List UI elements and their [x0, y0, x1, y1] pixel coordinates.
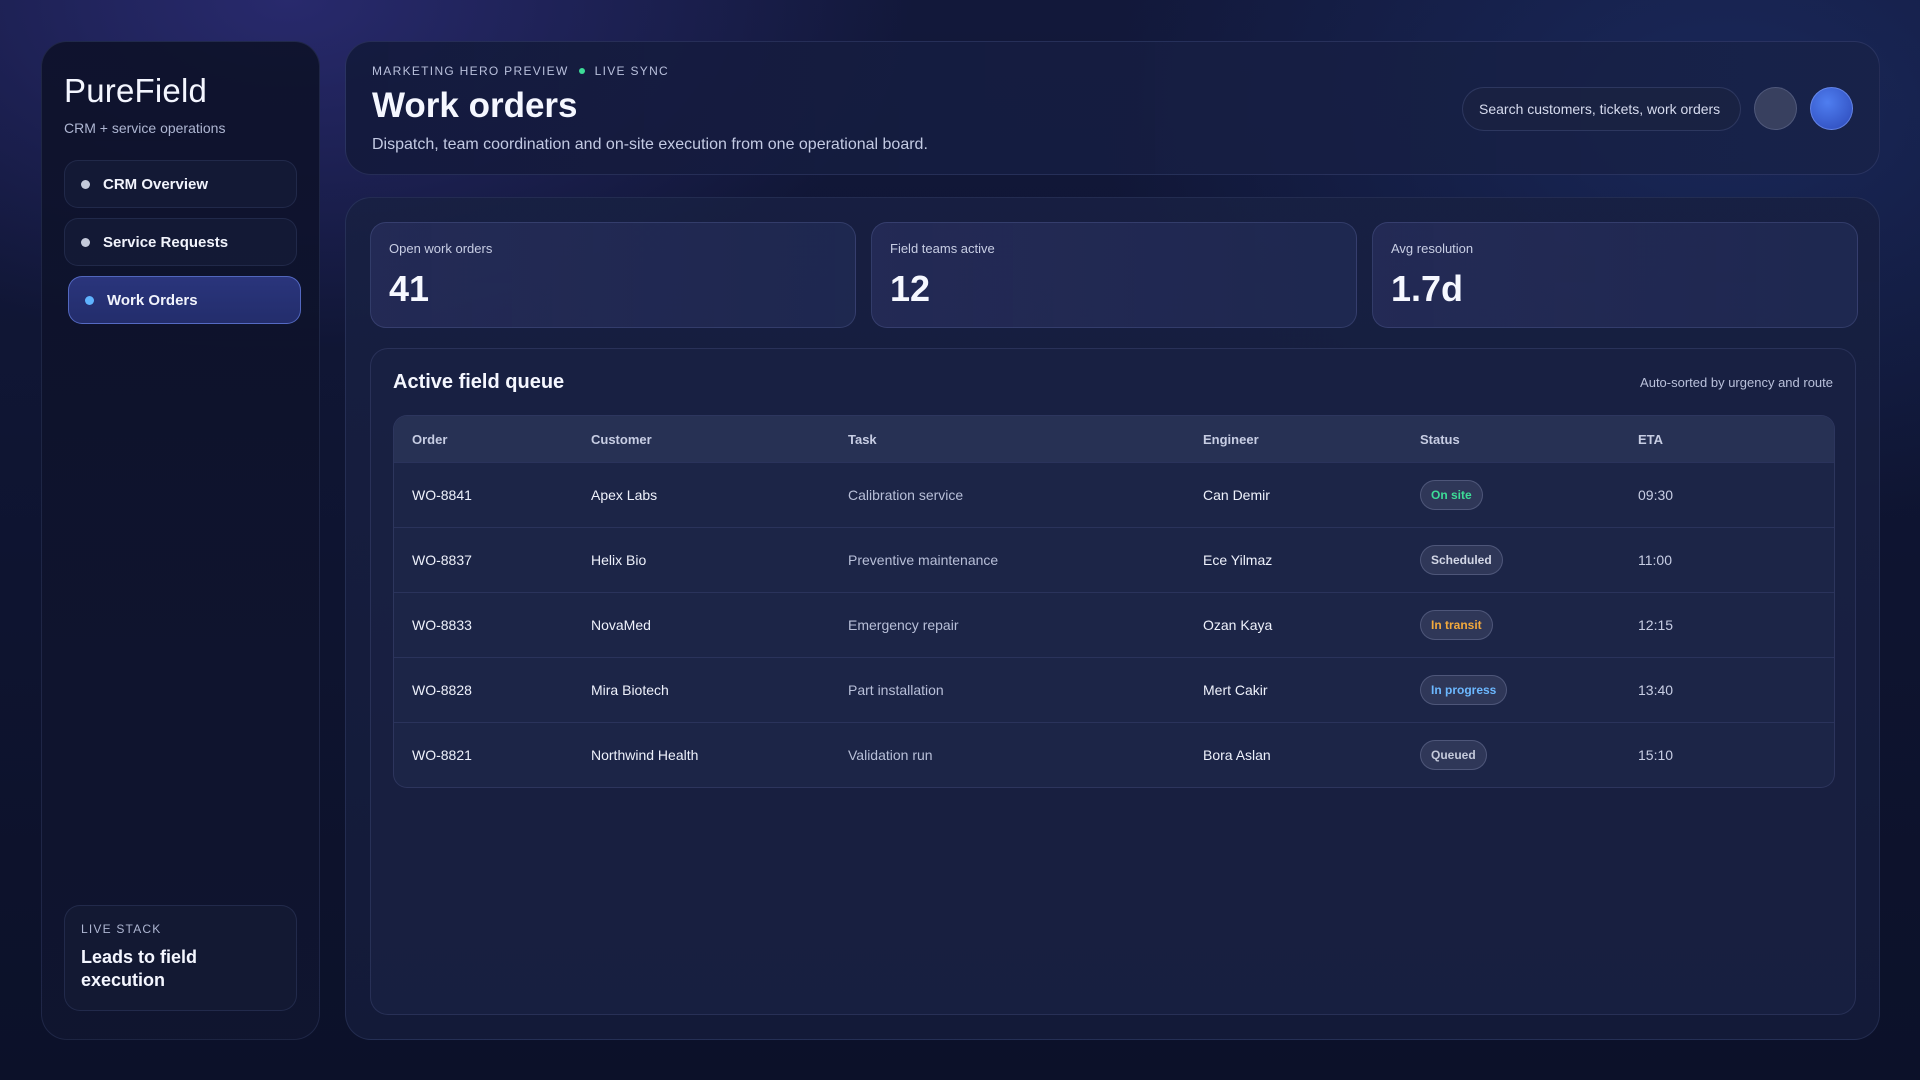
- cell-task: Part installation: [848, 682, 944, 698]
- status-badge: In transit: [1420, 610, 1493, 640]
- cell-customer: Apex Labs: [591, 487, 658, 503]
- main-panel: Open work orders 41 Field teams active 1…: [345, 197, 1880, 1040]
- cell-status: Queued: [1420, 740, 1638, 770]
- stat-open-work-orders: Open work orders 41: [370, 222, 856, 328]
- cell-engineer: Mert Cakir: [1203, 682, 1268, 698]
- stat-avg-resolution: Avg resolution 1.7d: [1372, 222, 1858, 328]
- cell-order: WO-8837: [412, 552, 472, 568]
- table-row[interactable]: WO-8833 NovaMed Emergency repair Ozan Ka…: [394, 592, 1834, 657]
- brand-name: PureField: [64, 72, 208, 109]
- live-sync-label: LIVE SYNC: [594, 64, 670, 78]
- cell-engineer: Ece Yilmaz: [1203, 552, 1273, 568]
- cell-customer: NovaMed: [591, 617, 651, 633]
- cell-customer: Mira Biotech: [591, 682, 669, 698]
- active-field-queue: Active field queue Auto-sorted by urgenc…: [370, 348, 1856, 1015]
- stat-value: 41: [389, 268, 430, 309]
- search-input[interactable]: Search customers, tickets, work orders: [1462, 87, 1741, 131]
- work-orders-table: Order Customer Task Engineer Status ETA …: [393, 415, 1835, 788]
- stat-label: Open work orders: [389, 241, 493, 256]
- live-stack-title: Leads to field execution: [81, 947, 198, 990]
- column-header-engineer[interactable]: Engineer: [1203, 432, 1420, 447]
- cell-engineer: Bora Aslan: [1203, 747, 1271, 763]
- cell-task: Validation run: [848, 747, 933, 763]
- cell-task: Emergency repair: [848, 617, 959, 633]
- sidebar-item-label: CRM Overview: [103, 175, 209, 193]
- cell-eta: 11:00: [1638, 552, 1672, 568]
- page-description: Dispatch, team coordination and on-site …: [372, 136, 928, 153]
- sidebar-item-label: Service Requests: [103, 233, 229, 251]
- avatar[interactable]: [1810, 87, 1853, 130]
- sidebar-item-crm-overview[interactable]: CRM Overview: [64, 160, 297, 208]
- sidebar-item-service-requests[interactable]: Service Requests: [64, 218, 297, 266]
- table-row[interactable]: WO-8841 Apex Labs Calibration service Ca…: [394, 462, 1834, 527]
- bullet-icon: [81, 179, 90, 189]
- queue-sort-note: Auto-sorted by urgency and route: [1640, 375, 1833, 390]
- stat-value: 12: [890, 268, 931, 309]
- column-header-task[interactable]: Task: [848, 432, 1203, 447]
- sidebar-nav: CRM Overview Service Requests Work Order…: [64, 160, 301, 324]
- cell-eta: 15:10: [1638, 747, 1674, 763]
- cell-eta: 09:30: [1638, 487, 1674, 503]
- status-badge: On site: [1420, 480, 1483, 510]
- live-stack-eyebrow: LIVE STACK: [81, 922, 162, 936]
- table-row[interactable]: WO-8837 Helix Bio Preventive maintenance…: [394, 527, 1834, 592]
- live-status-dot-icon: [578, 68, 585, 74]
- column-header-status[interactable]: Status: [1420, 432, 1638, 447]
- cell-order: WO-8841: [412, 487, 472, 503]
- status-badge: In progress: [1420, 675, 1508, 705]
- status-badge: Queued: [1420, 740, 1487, 770]
- bullet-icon: [85, 295, 94, 305]
- status-badge: Scheduled: [1420, 545, 1503, 575]
- cell-customer: Helix Bio: [591, 552, 647, 568]
- cell-status: In progress: [1420, 675, 1638, 705]
- sidebar: PureField CRM + service operations CRM O…: [41, 41, 320, 1040]
- table-header: Order Customer Task Engineer Status ETA: [394, 416, 1834, 462]
- stat-value: 1.7d: [1391, 268, 1464, 309]
- bullet-icon: [81, 237, 90, 247]
- stat-label: Avg resolution: [1391, 241, 1474, 256]
- cell-status: Scheduled: [1420, 545, 1638, 575]
- header-eyebrow: MARKETING HERO PREVIEW LIVE SYNC: [372, 64, 1853, 78]
- column-header-customer[interactable]: Customer: [591, 432, 848, 447]
- column-header-eta[interactable]: ETA: [1638, 432, 1818, 447]
- cell-eta: 13:40: [1638, 682, 1674, 698]
- queue-title: Active field queue: [393, 371, 565, 393]
- stats-row: Open work orders 41 Field teams active 1…: [370, 222, 1858, 328]
- stat-label: Field teams active: [890, 241, 995, 256]
- cell-order: WO-8833: [412, 617, 472, 633]
- cell-eta: 12:15: [1638, 617, 1674, 633]
- table-row[interactable]: WO-8828 Mira Biotech Part installation M…: [394, 657, 1834, 722]
- sidebar-item-work-orders[interactable]: Work Orders: [68, 276, 301, 324]
- stat-field-teams-active: Field teams active 12: [871, 222, 1357, 328]
- column-header-order[interactable]: Order: [394, 432, 591, 447]
- brand-subtitle: CRM + service operations: [64, 120, 226, 136]
- table-row[interactable]: WO-8821 Northwind Health Validation run …: [394, 722, 1834, 787]
- page-header: MARKETING HERO PREVIEW LIVE SYNC Work or…: [345, 41, 1880, 175]
- cell-task: Preventive maintenance: [848, 552, 999, 568]
- cell-status: On site: [1420, 480, 1638, 510]
- cell-order: WO-8821: [412, 747, 472, 763]
- live-stack-card: LIVE STACK Leads to field execution: [64, 905, 297, 1011]
- cell-order: WO-8828: [412, 682, 472, 698]
- notifications-button[interactable]: [1754, 87, 1797, 130]
- cell-task: Calibration service: [848, 487, 964, 503]
- cell-engineer: Can Demir: [1203, 487, 1270, 503]
- sidebar-item-label: Work Orders: [107, 291, 198, 309]
- cell-engineer: Ozan Kaya: [1203, 617, 1273, 633]
- cell-status: In transit: [1420, 610, 1638, 640]
- eyebrow-label: MARKETING HERO PREVIEW: [372, 64, 569, 78]
- cell-customer: Northwind Health: [591, 747, 699, 763]
